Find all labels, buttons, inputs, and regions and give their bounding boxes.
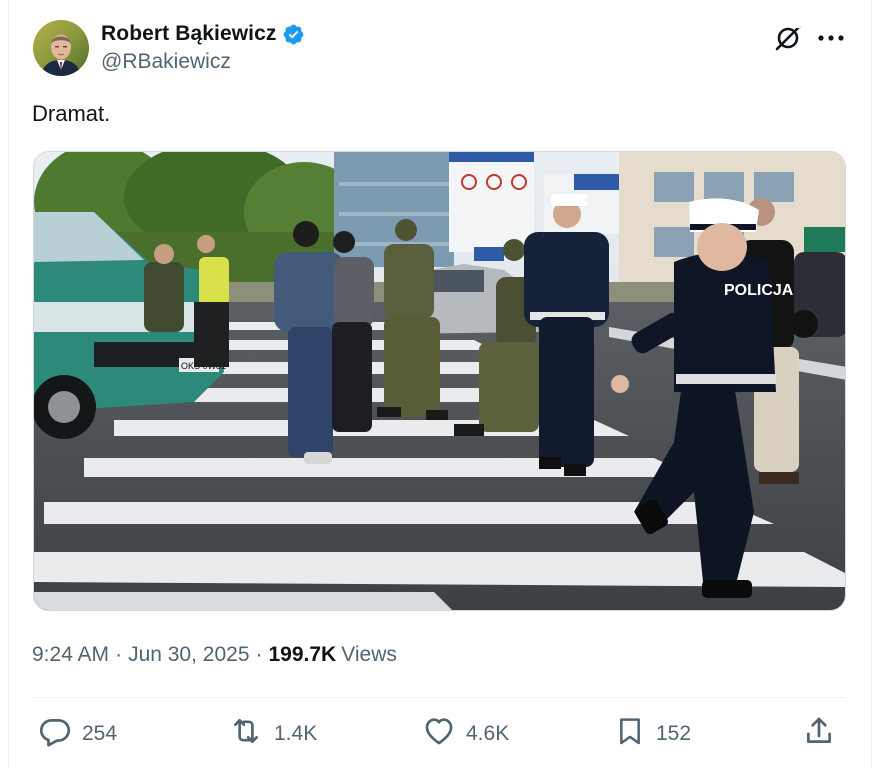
tweet-card: Robert Bąkiewicz @RBakiewicz Dramat. OKS… [0,0,872,768]
reply-count: 254 [82,722,118,745]
tweet-text: Dramat. [32,101,111,126]
meta-separator-2: · [255,643,263,666]
verified-badge-icon[interactable] [282,23,305,46]
author-display-name[interactable]: Robert Bąkiewicz [101,22,277,46]
like-button[interactable]: 4.6K [422,714,509,754]
avatar[interactable] [33,20,89,76]
meta-separator-1: · [115,643,123,666]
like-icon [422,714,456,754]
reply-icon [38,714,72,754]
tweet-meta: 9:24 AM · Jun 30, 2025 · 199.7K Views [32,643,397,667]
share-icon [802,714,836,754]
card-left-border [8,0,9,768]
more-icon[interactable] [812,21,850,55]
repost-icon [228,714,264,754]
bookmark-count: 152 [656,722,692,745]
repost-button[interactable]: 1.4K [228,714,317,754]
tweet-actions: 254 1.4K 4.6K 152 [0,700,872,764]
author-name-row[interactable]: Robert Bąkiewicz [101,20,305,48]
divider [32,697,846,698]
author-handle[interactable]: @RBakiewicz [101,50,231,74]
reply-button[interactable]: 254 [38,714,117,754]
police-label-text: POLICJA [724,282,794,299]
share-button[interactable] [802,714,836,754]
tweet-time[interactable]: 9:24 AM [32,643,109,667]
views-count[interactable]: 199.7K [269,643,337,667]
tweet-date[interactable]: Jun 30, 2025 [128,643,249,667]
grok-icon[interactable] [771,21,805,55]
bookmark-button[interactable]: 152 [614,714,691,754]
tweet-media-video[interactable]: OKS 0W81 [33,151,846,611]
repost-count: 1.4K [274,722,318,745]
views-label[interactable]: Views [341,643,397,667]
bookmark-icon [614,714,646,754]
like-count: 4.6K [466,722,510,745]
